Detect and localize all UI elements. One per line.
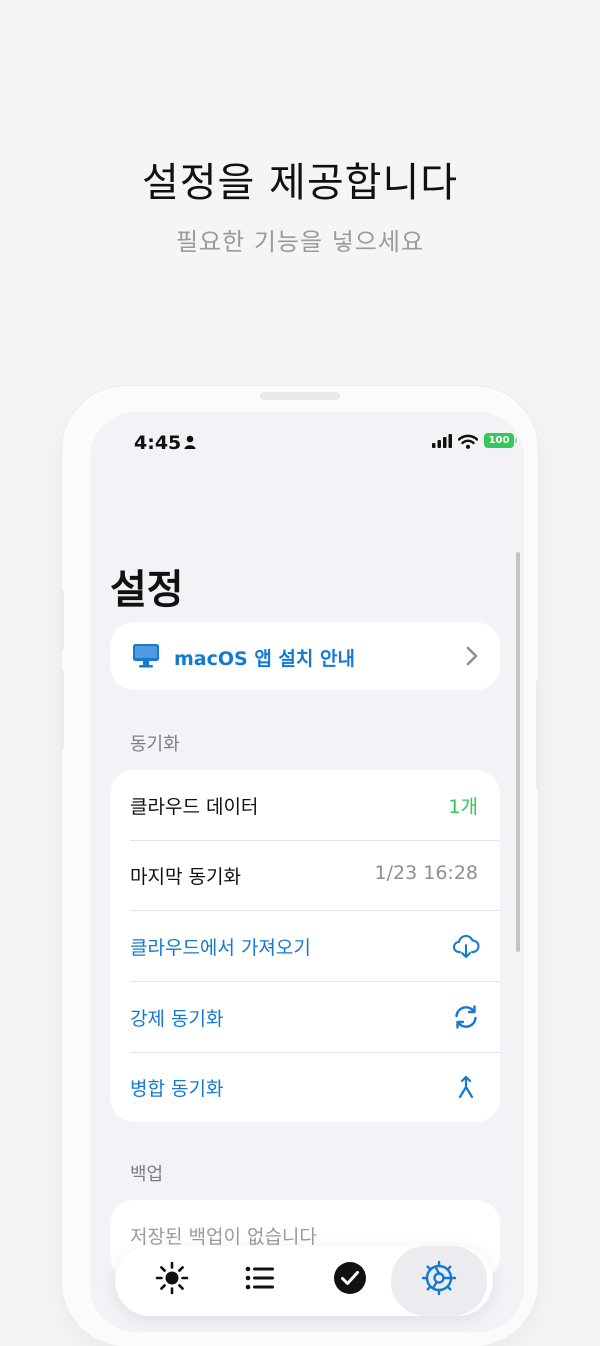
battery-indicator: 100 (484, 433, 517, 448)
mac-install-label: macOS 앱 설치 안내 (174, 648, 355, 670)
tab-list[interactable] (215, 1246, 305, 1316)
sync-arrows-icon (455, 1005, 477, 1029)
last-sync-label: 마지막 동기화 (130, 866, 241, 888)
phone-volume-button (60, 590, 64, 650)
import-cloud-label: 클라우드에서 가져오기 (130, 937, 311, 959)
force-sync-label: 강제 동기화 (130, 1008, 224, 1030)
phone-screen: 4:45 100 설정 macOS 앱 설치 안내 동기화 클라우드 데이터 1… (90, 412, 524, 1332)
promo-headline: 설정을 제공합니다 (141, 160, 459, 206)
scrollbar[interactable] (516, 552, 520, 952)
backup-empty-text: 저장된 백업이 없습니다 (130, 1226, 317, 1248)
phone-speaker (260, 392, 340, 400)
sync-section-header: 동기화 (130, 734, 180, 755)
last-sync-value: 1/23 16:28 (374, 862, 478, 884)
cloud-download-icon (453, 934, 480, 958)
checkmark-circle-icon (334, 1262, 366, 1294)
cellular-signal-icon (432, 434, 452, 448)
cloud-data-row: 클라우드 데이터 1개 (110, 770, 500, 840)
promo-subline: 필요한 기능을 넣으세요 (175, 228, 425, 256)
backup-section-header: 백업 (130, 1164, 164, 1185)
last-sync-row: 마지막 동기화 1/23 16:28 (110, 840, 500, 910)
merge-sync-button[interactable]: 병합 동기화 (110, 1052, 500, 1122)
import-cloud-button[interactable]: 클라우드에서 가져오기 (110, 911, 500, 981)
desktop-computer-icon (133, 644, 159, 668)
chevron-right-icon (466, 646, 478, 666)
merge-arrow-icon (458, 1075, 474, 1099)
person-icon (184, 435, 196, 449)
tab-today[interactable] (127, 1246, 217, 1316)
phone-power-button (536, 680, 540, 790)
phone-volume-button (60, 670, 64, 750)
mac-install-button[interactable]: macOS 앱 설치 안내 (110, 622, 500, 690)
sync-card: 클라우드 데이터 1개 마지막 동기화 1/23 16:28 클라우드에서 가져… (110, 770, 500, 1122)
force-sync-button[interactable]: 강제 동기화 (110, 982, 500, 1052)
sun-icon (155, 1261, 189, 1295)
gear-icon (421, 1260, 457, 1296)
wifi-icon (458, 434, 478, 449)
tab-bar (115, 1246, 493, 1316)
cloud-data-label: 클라우드 데이터 (130, 796, 259, 818)
merge-sync-label: 병합 동기화 (130, 1078, 224, 1100)
tab-settings[interactable] (391, 1246, 487, 1316)
tab-done[interactable] (305, 1246, 395, 1316)
list-icon (245, 1266, 274, 1290)
status-time: 4:45 (134, 432, 182, 454)
page-title: 설정 (110, 567, 184, 613)
cloud-data-value: 1개 (448, 796, 478, 818)
